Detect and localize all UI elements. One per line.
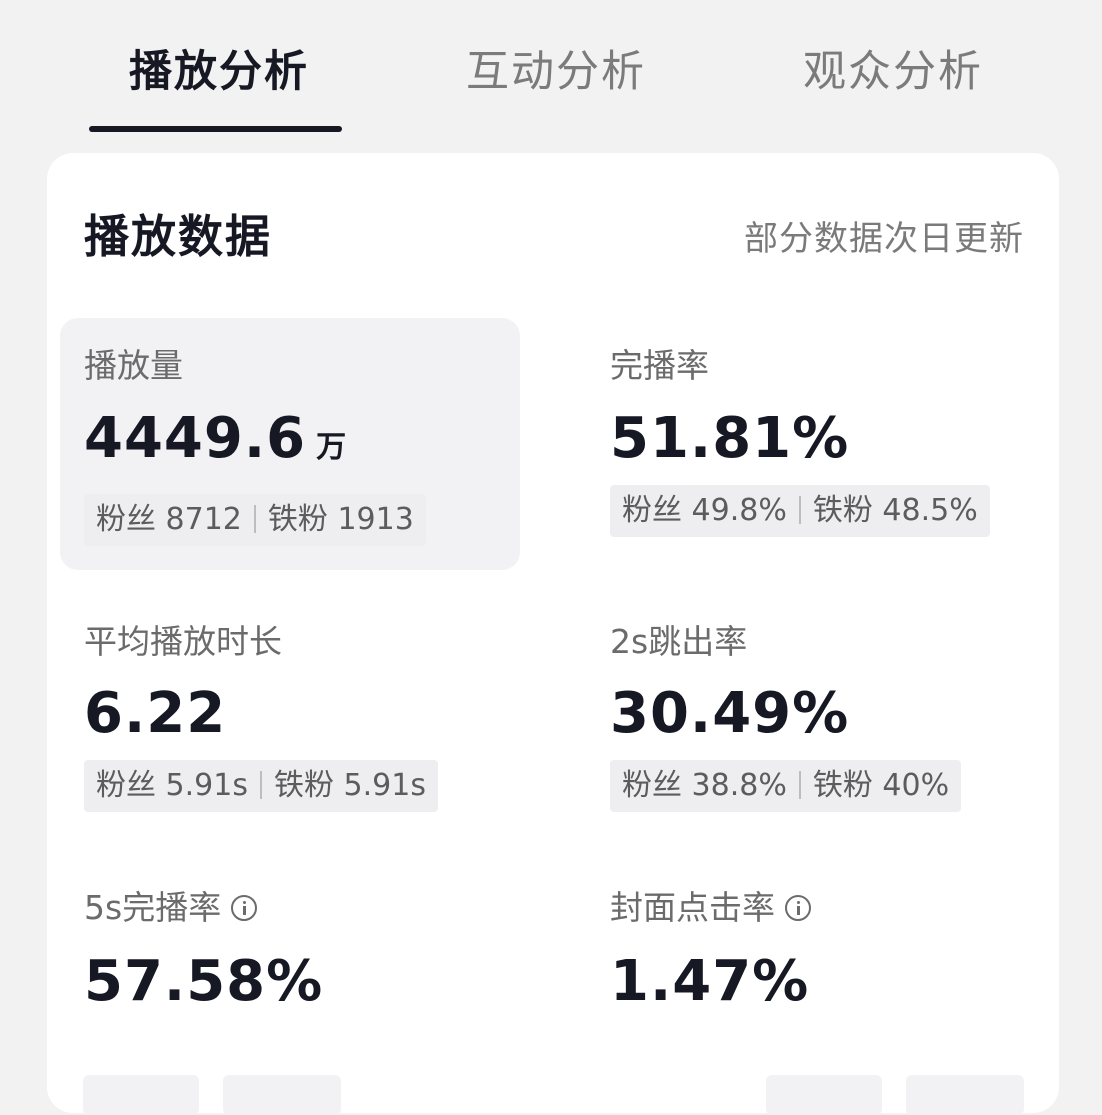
iron-fans-label: 铁粉 — [267, 502, 328, 537]
fans-value: 49.8% — [691, 493, 787, 528]
metric-value: 51.81% — [610, 406, 850, 471]
metric-label: 5s完播率 — [84, 886, 258, 930]
metric-plays[interactable]: 播放量 4449.6 万 粉丝 8712 铁粉 1913 — [60, 318, 520, 570]
info-icon[interactable] — [231, 895, 258, 921]
update-note: 部分数据次日更新 — [744, 219, 1024, 259]
tab-audience-analysis[interactable]: 观众分析 — [803, 44, 983, 100]
metric-value: 57.58% — [84, 949, 324, 1014]
iron-fans-label: 铁粉 — [812, 768, 873, 803]
fans-label: 粉丝 — [622, 768, 682, 803]
metric-label: 2s跳出率 — [610, 622, 748, 661]
fans-value: 5.91s — [165, 768, 248, 803]
metric-cover-ctr[interactable]: 封面点击率 1.47% — [586, 863, 1046, 1063]
metric-completion-rate-5s[interactable]: 5s完播率 57.58% — [60, 863, 520, 1063]
metric-value: 6.22 — [84, 681, 227, 746]
breakdown-chip-partial — [766, 1075, 882, 1115]
tab-interaction-analysis[interactable]: 互动分析 — [466, 44, 646, 100]
metric-label: 平均播放时长 — [84, 622, 282, 661]
tab-playback-analysis[interactable]: 播放分析 — [129, 44, 309, 100]
metric-value: 1.47% — [610, 949, 810, 1014]
metric-label: 封面点击率 — [610, 886, 811, 930]
divider — [798, 496, 801, 524]
plays-value: 4449.6 — [84, 406, 307, 471]
fans-label: 粉丝 — [96, 768, 156, 803]
plays-unit: 万 — [316, 430, 348, 465]
metric-bounce-rate-2s[interactable]: 2s跳出率 30.49% 粉丝 38.8% 铁粉 40% — [586, 593, 1046, 823]
iron-fans-value: 1913 — [337, 502, 414, 537]
iron-fans-label: 铁粉 — [273, 768, 334, 803]
fans-label: 粉丝 — [622, 493, 682, 528]
metric-label: 完播率 — [610, 346, 709, 385]
breakdown-chip-partial — [83, 1075, 199, 1115]
metric-breakdown: 粉丝 8712 铁粉 1913 — [84, 494, 426, 546]
iron-fans-value: 5.91s — [343, 768, 426, 803]
active-tab-indicator — [89, 126, 342, 132]
metric-value: 4449.6 万 — [84, 406, 347, 481]
breakdown-chip-partial — [906, 1075, 1024, 1115]
fans-value: 8712 — [165, 502, 242, 537]
playback-data-card: 播放数据 部分数据次日更新 播放量 4449.6 万 粉丝 8712 铁粉 1913… — [47, 153, 1059, 1115]
card-title: 播放数据 — [84, 210, 273, 263]
divider — [259, 771, 262, 799]
fans-label: 粉丝 — [96, 502, 156, 537]
metric-avg-duration[interactable]: 平均播放时长 6.22 粉丝 5.91s 铁粉 5.91s — [60, 593, 520, 823]
metric-label-text: 封面点击率 — [610, 888, 775, 927]
metric-breakdown: 粉丝 49.8% 铁粉 48.5% — [610, 485, 990, 537]
tab-bar: 播放分析 互动分析 观众分析 — [0, 0, 1102, 140]
metric-completion-rate[interactable]: 完播率 51.81% 粉丝 49.8% 铁粉 48.5% — [586, 318, 1046, 570]
iron-fans-value: 40% — [882, 768, 950, 803]
divider — [798, 771, 801, 799]
breakdown-chip-partial — [223, 1075, 341, 1115]
iron-fans-value: 48.5% — [882, 493, 978, 528]
metric-breakdown: 粉丝 5.91s 铁粉 5.91s — [84, 760, 438, 812]
metric-value: 30.49% — [610, 681, 850, 746]
divider — [253, 505, 256, 533]
metric-label: 播放量 — [84, 346, 183, 385]
iron-fans-label: 铁粉 — [812, 493, 873, 528]
info-icon[interactable] — [785, 895, 811, 921]
fans-value: 38.8% — [691, 768, 787, 803]
metric-label-text: 5s完播率 — [84, 888, 222, 927]
metric-breakdown: 粉丝 38.8% 铁粉 40% — [610, 760, 962, 812]
